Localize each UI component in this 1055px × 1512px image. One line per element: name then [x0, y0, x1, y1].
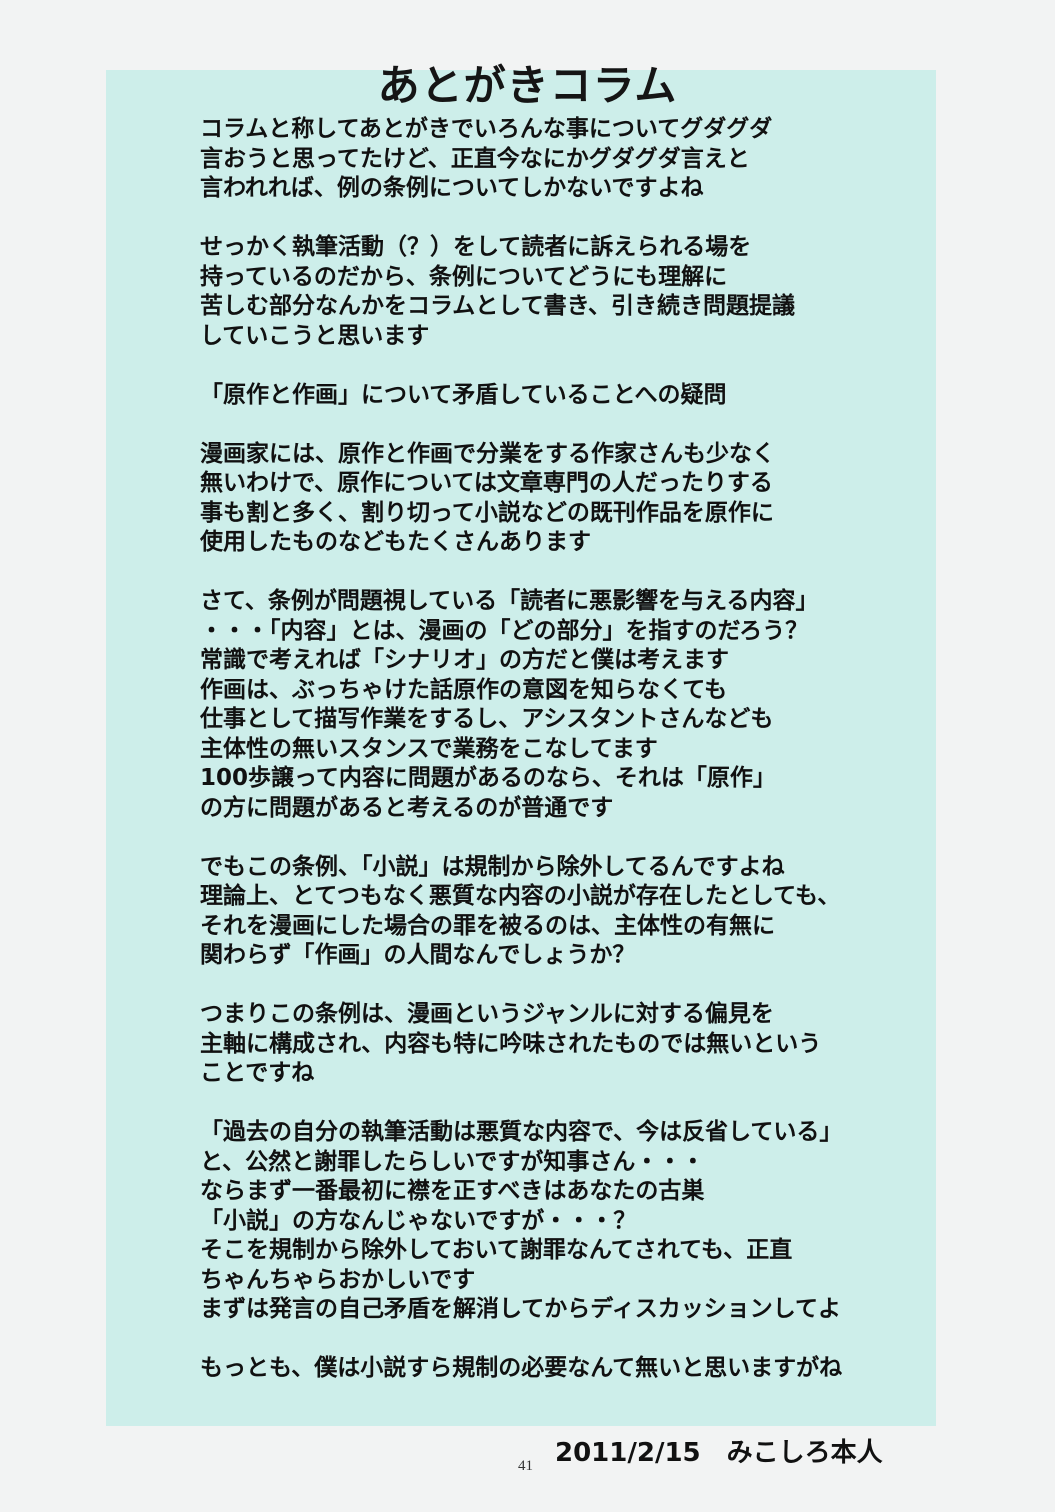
- text-line: つまりこの条例は、漫画というジャンルに対する偏見を: [200, 1001, 774, 1027]
- text-line: さて、条例が問題視している「読者に悪影響を与える内容」: [200, 588, 819, 614]
- text-line: せっかく執筆活動（？）をして読者に訴えられる場を: [200, 234, 752, 260]
- page-title: あとがきコラム: [377, 61, 678, 110]
- paragraph: コラムと称してあとがきでいろんな事についてグダグダ 言おうと思ってたけど、正直今な…: [200, 115, 920, 204]
- paragraph: もっとも、僕は小説すら規制の必要なんて無いと思いますがね: [200, 1354, 920, 1384]
- text-line: もっとも、僕は小説すら規制の必要なんて無いと思いますがね: [200, 1355, 843, 1381]
- text-line: 持っているのだから、条例についてどうにも理解に: [200, 263, 728, 290]
- text-line: 言おうと思ってたけど、正直今なにかグダグダ言えと: [200, 145, 750, 172]
- text-line: 主体性の無いスタンスで業務をこなしてます: [200, 735, 658, 762]
- text-line: 主軸に構成され、内容も特に吟味されたものでは無いという: [200, 1030, 822, 1057]
- paragraph: つまりこの条例は、漫画というジャンルに対する偏見を主軸に構成され、内容も特に吟味…: [200, 1000, 920, 1089]
- text-line: 100歩譲って内容に問題があるのなら、それは「原作」: [200, 765, 776, 791]
- text-line: でもこの条例、「小説」は規制から除外してるんですよね: [200, 853, 785, 880]
- text-line: と、公然と謝罪したらしいですが知事さん・・・: [200, 1148, 705, 1175]
- text-line: ならまず一番最初に襟を正すべきはあなたの古巣: [200, 1178, 705, 1204]
- text-line: 無いわけで、原作については文章専門の人だったりする: [200, 470, 773, 496]
- text-line: 「原作と作画」について矛盾していることへの疑問: [200, 381, 727, 408]
- text-line: ちゃんちゃらおかしいです: [200, 1266, 476, 1293]
- text-line: 「小説」の方なんじゃないですが・・・？: [200, 1207, 637, 1234]
- text-line: ことですね: [200, 1060, 315, 1086]
- paragraph: でもこの条例、「小説」は規制から除外してるんですよね理論上、とてつもなく悪質な内…: [200, 853, 920, 971]
- text-line: 仕事として描写作業をするし、アシスタントさんなども: [200, 706, 774, 732]
- text-line: 作画は、ぶっちゃけた話原作の意図を知らなくても: [200, 676, 728, 703]
- text-line: 使用したものなどもたくさんあります: [200, 529, 591, 555]
- text-line: していこうと思います: [200, 322, 430, 349]
- paragraph: 「原作と作画」について矛盾していることへの疑問: [200, 381, 920, 411]
- paragraph: せっかく執筆活動（？）をして読者に訴えられる場を 持っているのだから、条例について…: [200, 233, 920, 351]
- text-line: の方に問題があると考えるのが普通です: [200, 794, 614, 821]
- text-line: 漫画家には、原作と作画で分業をする作家さんも少なく: [200, 440, 775, 467]
- paragraph: 「過去の自分の執筆活動は悪質な内容で、今は反省している」 と、公然と謝罪したらしい…: [200, 1118, 920, 1325]
- text-line: 関わらず「作画」の人間なんでしょうか？: [200, 942, 636, 968]
- text-line: ・・・「内容」とは、漫画の「どの部分」を指すのだろう？: [200, 617, 809, 644]
- paragraph: さて、条例が問題視している「読者に悪影響を与える内容」 ・・・「内容」とは、漫画の…: [200, 587, 920, 823]
- text-line: 理論上、とてつもなく悪質な内容の小説が存在したとしても、: [200, 883, 841, 909]
- text-line: 苦しむ部分なんかをコラムとして書き、引き続き問題提議: [200, 293, 796, 319]
- text-line: 「過去の自分の執筆活動は悪質な内容で、今は反省している」: [200, 1119, 843, 1145]
- text-line: 言われれば、例の条例についてしかないですよね: [200, 175, 704, 201]
- paragraph: 漫画家には、原作と作画で分業をする作家さんも少なく 無いわけで、原作については文章…: [200, 440, 920, 558]
- text-line: コラムと称してあとがきでいろんな事についてグダグダ: [200, 116, 773, 142]
- signature-date: 2011/2/15 みこしろ本人: [555, 1438, 883, 1468]
- text-line: 常識で考えれば「シナリオ」の方だと僕は考えます: [200, 647, 729, 673]
- text-line: そこを規制から除外しておいて謝罪なんてされても、正直: [200, 1237, 793, 1263]
- text-line: まずは発言の自己矛盾を解消してからディスカッションしてよ: [200, 1296, 842, 1322]
- column-body: コラムと称してあとがきでいろんな事についてグダグダ 言おうと思ってたけど、正直今な…: [200, 115, 920, 1384]
- text-line: 事も割と多く、割り切って小説などの既刊作品を原作に: [200, 499, 774, 526]
- text-line: それを漫画にした場合の罪を被るのは、主体性の有無に: [200, 912, 775, 939]
- page-number: 41: [518, 1458, 533, 1474]
